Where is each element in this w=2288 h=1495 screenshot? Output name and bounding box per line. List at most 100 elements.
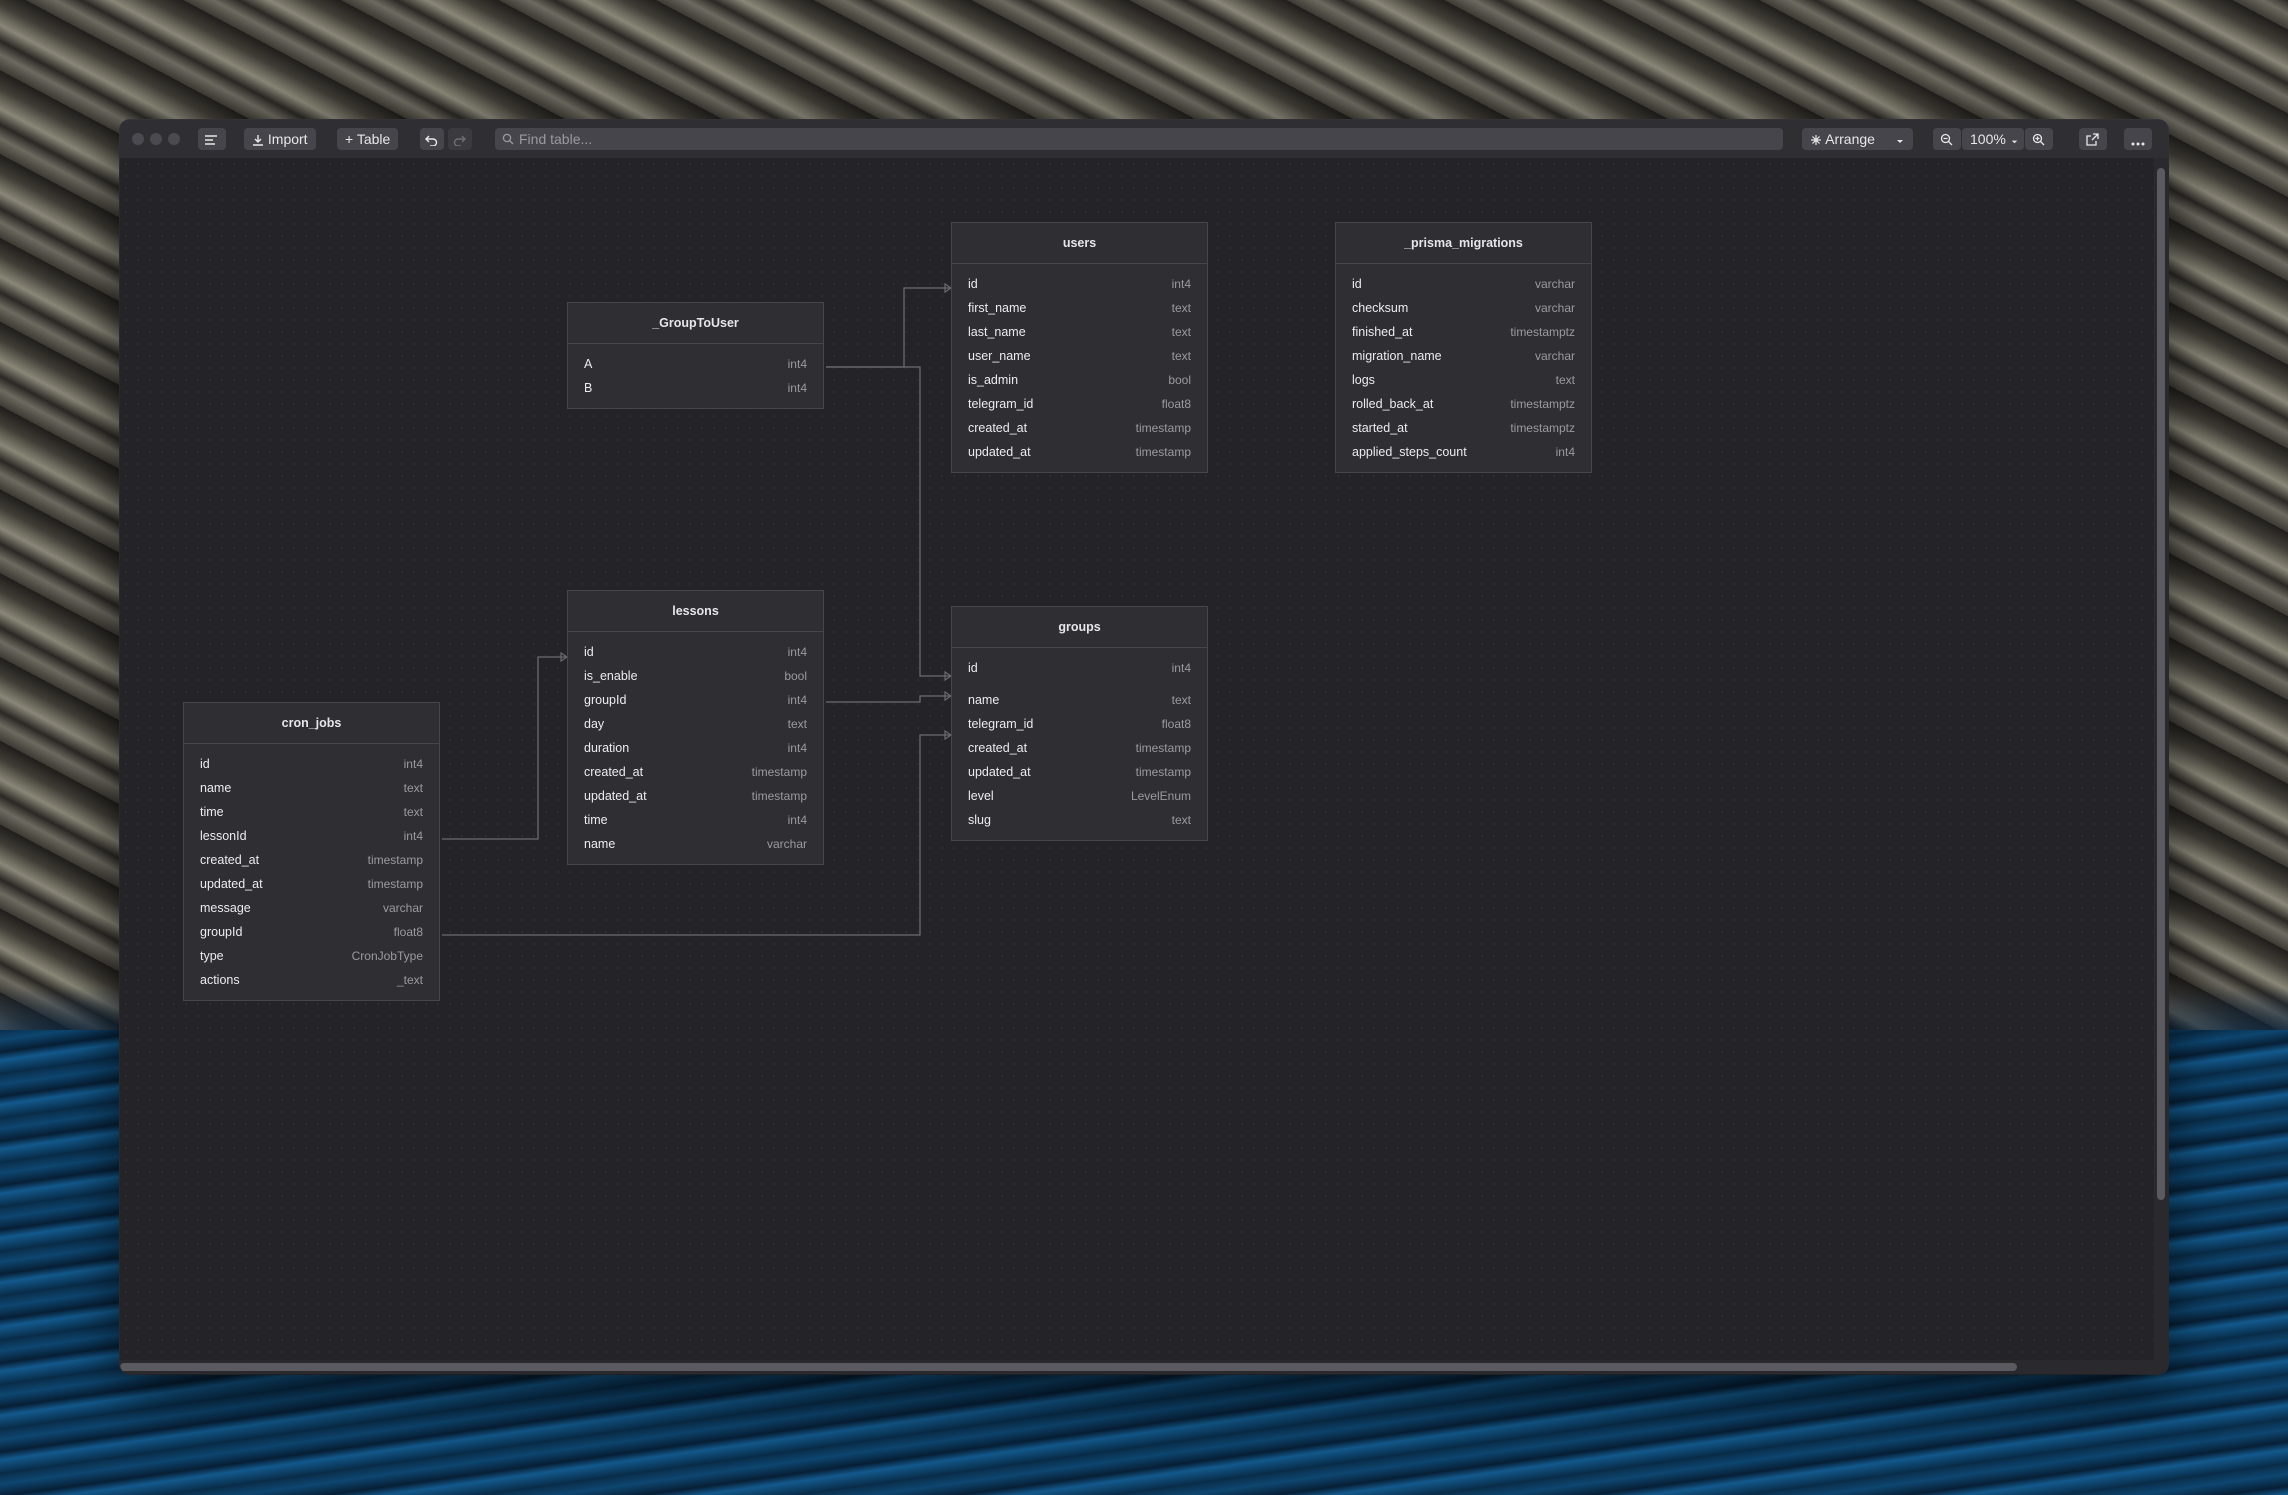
undo-button[interactable] (420, 128, 444, 150)
table-row[interactable]: time int4 (568, 808, 823, 832)
table-row[interactable]: groupId float8 (184, 920, 439, 944)
table-row[interactable]: message varchar (184, 896, 439, 920)
table-groups[interactable]: groups id int4 name text telegram_id float8… (951, 606, 1208, 841)
table-row[interactable]: updated_at timestamp (952, 440, 1207, 464)
table-row[interactable]: lessonId int4 (184, 824, 439, 848)
table-row[interactable]: groupId int4 (568, 688, 823, 712)
table-row[interactable]: first_name text (952, 296, 1207, 320)
table-row[interactable]: time text (184, 800, 439, 824)
toolbar: Import + Table Find table... Arrange 100… (120, 120, 2168, 159)
table-row[interactable]: telegram_id float8 (952, 712, 1207, 736)
column-name: telegram_id (968, 397, 1034, 411)
table-row[interactable]: logs text (1336, 368, 1591, 392)
column-name: user_name (968, 349, 1031, 363)
table-row[interactable]: id int4 (952, 656, 1207, 688)
column-type: timestamp (1135, 421, 1191, 435)
table-users[interactable]: users id int4 first_name text last_name tex… (951, 222, 1208, 473)
table-row[interactable]: updated_at timestamp (568, 784, 823, 808)
table-row[interactable]: updated_at timestamp (952, 760, 1207, 784)
table-row[interactable]: migration_name varchar (1336, 344, 1591, 368)
column-name: lessonId (200, 829, 247, 843)
window-minimize-button[interactable] (150, 133, 162, 145)
table-row[interactable]: id int4 (184, 752, 439, 776)
table-row[interactable]: started_at timestamptz (1336, 416, 1591, 440)
zoom-in-button[interactable] (2025, 128, 2053, 150)
sidebar-icon (205, 135, 217, 145)
table-row[interactable]: user_name text (952, 344, 1207, 368)
column-type: text (787, 717, 807, 731)
table-row[interactable]: id varchar (1336, 272, 1591, 296)
table-row[interactable]: day text (568, 712, 823, 736)
table-lessons[interactable]: lessons id int4 is_enable bool groupId int4… (567, 590, 824, 865)
table-prisma-migrations[interactable]: _prisma_migrations id varchar checksum var… (1335, 222, 1592, 473)
add-table-button[interactable]: + Table (337, 128, 399, 150)
horizontal-scroll-thumb[interactable] (120, 1363, 2017, 1371)
table-row[interactable]: id int4 (952, 272, 1207, 296)
vertical-scrollbar[interactable] (2154, 158, 2168, 1360)
column-name: name (584, 837, 616, 851)
sidebar-toggle-button[interactable] (198, 128, 226, 150)
table-row[interactable]: is_enable bool (568, 664, 823, 688)
table-row[interactable]: duration int4 (568, 736, 823, 760)
table-row[interactable]: updated_at timestamp (184, 872, 439, 896)
column-type: timestamp (751, 765, 807, 779)
column-name: message (200, 901, 251, 915)
column-type: text (1171, 301, 1191, 315)
import-button[interactable]: Import (244, 128, 316, 150)
column-name: updated_at (200, 877, 263, 891)
column-type: LevelEnum (1130, 789, 1191, 803)
more-icon (2131, 142, 2145, 146)
table-row[interactable]: name text (184, 776, 439, 800)
column-type: timestamp (1135, 741, 1191, 755)
table-title: cron_jobs (184, 703, 439, 744)
table-row[interactable]: level LevelEnum (952, 784, 1207, 808)
column-type: bool (1168, 373, 1191, 387)
table-row[interactable]: is_admin bool (952, 368, 1207, 392)
table-row[interactable]: created_at timestamp (568, 760, 823, 784)
more-options-button[interactable] (2124, 128, 2152, 150)
table-row[interactable]: rolled_back_at timestamptz (1336, 392, 1591, 416)
column-type: varchar (1534, 277, 1575, 291)
zoom-out-button[interactable] (1933, 128, 1961, 150)
table-row[interactable]: telegram_id float8 (952, 392, 1207, 416)
column-name: telegram_id (968, 717, 1034, 731)
column-name: logs (1352, 373, 1375, 387)
redo-button[interactable] (448, 128, 472, 150)
column-type: text (1171, 813, 1191, 827)
vertical-scroll-thumb[interactable] (2157, 168, 2165, 1200)
table-row[interactable]: finished_at timestamptz (1336, 320, 1591, 344)
column-name: started_at (1352, 421, 1408, 435)
table-row[interactable]: last_name text (952, 320, 1207, 344)
table-row[interactable]: name text (952, 688, 1207, 712)
table-cron-jobs[interactable]: cron_jobs id int4 name text time text lesso… (183, 702, 440, 1001)
column-type: float8 (393, 925, 423, 939)
column-type: CronJobType (351, 949, 423, 963)
column-name: updated_at (968, 445, 1031, 459)
table-row[interactable]: created_at timestamp (184, 848, 439, 872)
table-row[interactable]: created_at timestamp (952, 736, 1207, 760)
table-row[interactable]: checksum varchar (1336, 296, 1591, 320)
find-table-input[interactable]: Find table... (495, 128, 1783, 150)
window-close-button[interactable] (132, 133, 144, 145)
table-row[interactable]: applied_steps_count int4 (1336, 440, 1591, 464)
table-row[interactable]: created_at timestamp (952, 416, 1207, 440)
table-row[interactable]: name varchar (568, 832, 823, 856)
arrange-dropdown-button[interactable] (1889, 128, 1913, 150)
zoom-level-select[interactable]: 100% (1962, 128, 2024, 150)
table-row[interactable]: id int4 (568, 640, 823, 664)
column-type: int4 (787, 741, 807, 755)
window-zoom-button[interactable] (168, 133, 180, 145)
column-type: text (403, 781, 423, 795)
table-row[interactable]: actions _text (184, 968, 439, 992)
arrange-button[interactable]: Arrange (1802, 128, 1896, 150)
table-row[interactable]: Aint4 (568, 352, 823, 376)
column-type: text (1171, 693, 1191, 707)
table-row[interactable]: slug text (952, 808, 1207, 832)
column-name: time (200, 805, 224, 819)
table-group-to-user[interactable]: _GroupToUser Aint4 Bint4 (567, 302, 824, 409)
column-name: updated_at (584, 789, 647, 803)
open-external-button[interactable] (2079, 128, 2107, 150)
horizontal-scrollbar[interactable] (120, 1360, 2168, 1374)
table-row[interactable]: Bint4 (568, 376, 823, 400)
table-row[interactable]: type CronJobType (184, 944, 439, 968)
